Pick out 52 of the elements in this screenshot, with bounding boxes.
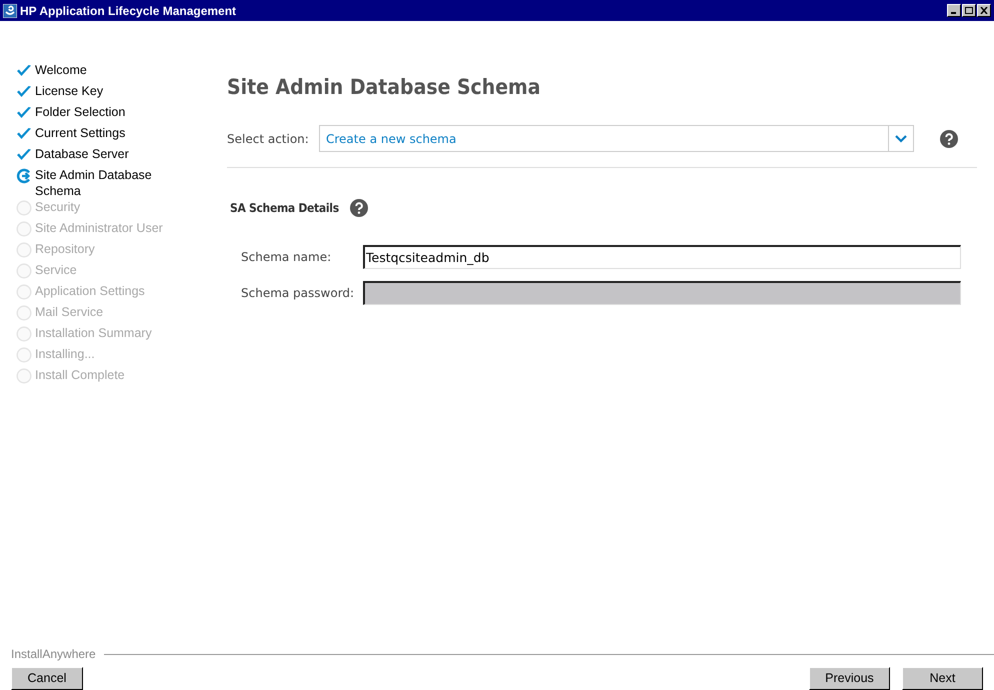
field-label: Schema password:	[241, 285, 356, 302]
minimize-button[interactable]	[947, 4, 961, 17]
chevron-down-icon	[895, 134, 907, 142]
step-label: Service	[35, 262, 78, 278]
wizard-button[interactable]: Cancel	[11, 667, 83, 690]
step-label: Installation Summary	[35, 325, 153, 341]
checkmark-icon	[16, 64, 32, 78]
app-icon	[3, 4, 17, 18]
step-label: Site Administrator User	[35, 220, 164, 236]
step-label: Folder Selection	[35, 104, 126, 120]
text-field[interactable]: Testqcsiteadmin_db	[363, 245, 961, 269]
help-icon[interactable]	[350, 199, 368, 217]
maximize-button[interactable]	[962, 4, 976, 17]
step-label: Site Admin Database Schema	[35, 167, 153, 199]
close-button[interactable]	[977, 4, 991, 17]
circle-icon	[16, 284, 32, 300]
brand-label: InstallAnywhere	[11, 646, 96, 663]
step-label: Installing...	[35, 346, 96, 362]
circle-icon	[16, 263, 32, 279]
arrow-circle-icon	[16, 168, 32, 184]
page-heading: Site Admin Database Schema	[227, 74, 542, 101]
circle-icon	[16, 242, 32, 258]
step-label: Welcome	[35, 62, 88, 78]
help-icon[interactable]	[940, 130, 958, 148]
circle-icon	[16, 221, 32, 237]
circle-icon	[16, 347, 32, 363]
step-label: Mail Service	[35, 304, 104, 320]
field-label: Schema name:	[241, 249, 332, 266]
checkmark-icon	[16, 85, 32, 99]
checkmark-icon	[16, 106, 32, 120]
circle-icon	[16, 200, 32, 216]
window-title: HP Application Lifecycle Management	[20, 2, 236, 20]
checkmark-icon	[16, 127, 32, 141]
circle-icon	[16, 326, 32, 342]
action-dropdown[interactable]: Create a new schema	[319, 125, 914, 152]
close-icon	[980, 7, 988, 14]
step-label: Application Settings	[35, 283, 146, 299]
wizard-button[interactable]: Next	[902, 667, 983, 690]
field-label: Select action:	[227, 130, 310, 148]
step-label: Current Settings	[35, 125, 126, 141]
maximize-icon	[965, 7, 973, 14]
step-label: License Key	[35, 83, 104, 99]
checkmark-icon	[16, 148, 32, 162]
step-label: Security	[35, 199, 82, 215]
step-label: Database Server	[35, 146, 130, 162]
circle-icon	[16, 305, 32, 321]
section-title: SA Schema Details	[230, 200, 339, 217]
step-label: Repository	[35, 241, 96, 257]
step-label: Install Complete	[35, 367, 126, 383]
wizard-button[interactable]: Previous	[809, 667, 890, 690]
dropdown-value: Create a new schema	[325, 130, 458, 148]
circle-icon	[16, 368, 32, 384]
